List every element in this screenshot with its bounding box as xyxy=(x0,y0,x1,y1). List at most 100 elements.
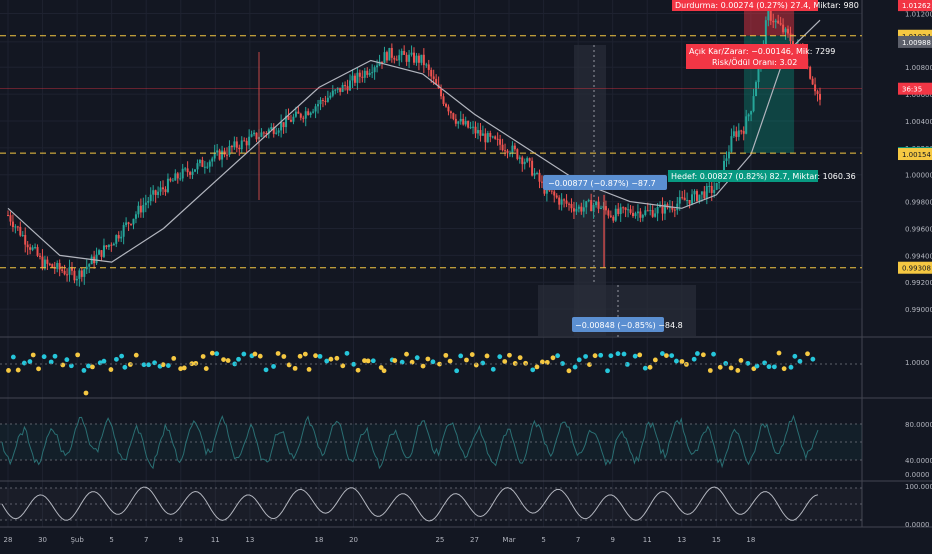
dot-marker xyxy=(133,352,139,358)
candle-body xyxy=(787,28,790,34)
candle-body xyxy=(727,151,730,159)
candle-body xyxy=(51,264,54,268)
dot-marker xyxy=(700,352,706,358)
candle-body xyxy=(777,20,780,24)
candle-body xyxy=(479,130,482,136)
dot-marker xyxy=(114,356,119,362)
dot-marker xyxy=(517,355,523,361)
candle-body xyxy=(430,69,433,77)
candle-body xyxy=(203,166,206,168)
dot-marker xyxy=(297,353,303,359)
candle-body xyxy=(582,207,585,212)
dot-marker xyxy=(443,352,449,358)
candle-body xyxy=(171,180,174,182)
dot-marker xyxy=(555,353,561,359)
candle-body xyxy=(66,274,69,276)
candle-body xyxy=(496,138,499,140)
candle-body xyxy=(235,141,238,148)
candle-body xyxy=(398,55,401,61)
candle-body xyxy=(526,158,529,162)
dot-marker xyxy=(728,365,734,371)
dot-marker xyxy=(252,351,258,357)
candle-body xyxy=(366,70,369,75)
candle-body xyxy=(147,201,150,203)
x-tick-label: 20 xyxy=(349,536,358,544)
candle-body xyxy=(484,133,487,143)
x-tick-label: 28 xyxy=(4,536,13,544)
price-tag-label: 1.01262 xyxy=(902,2,931,10)
dot-marker xyxy=(381,368,387,374)
dot-marker xyxy=(647,364,653,370)
candle-body xyxy=(36,247,39,256)
x-tick-label: 18 xyxy=(315,536,324,544)
x-tick-label: 5 xyxy=(109,536,113,544)
candle-body xyxy=(43,259,46,269)
candle-body xyxy=(476,130,479,134)
candle-body xyxy=(31,247,34,250)
candle-body xyxy=(206,166,209,168)
candle-body xyxy=(21,234,24,236)
candle-body xyxy=(83,269,86,277)
dot-marker xyxy=(101,358,107,364)
candle-body xyxy=(137,205,140,215)
candle-body xyxy=(772,20,775,23)
candle-body xyxy=(531,160,534,176)
candle-body xyxy=(162,187,165,190)
candle-body xyxy=(117,235,120,239)
dot-marker xyxy=(52,353,58,359)
candle-body xyxy=(442,96,445,104)
y-tick-label: 1.01200 xyxy=(905,10,932,18)
candle-body xyxy=(361,76,364,78)
dot-marker xyxy=(691,356,697,362)
candle-body xyxy=(334,89,337,91)
dot-marker xyxy=(717,364,723,370)
candle-body xyxy=(376,65,379,68)
dot-marker xyxy=(679,359,685,364)
dot-marker xyxy=(313,353,318,359)
candle-body xyxy=(34,247,37,249)
candle-body xyxy=(703,191,706,199)
candle-body xyxy=(624,207,627,210)
target-label: Hedef: 0.00827 (0.82%) 82.7, Miktar: 106… xyxy=(668,170,856,182)
candle-body xyxy=(164,189,167,193)
candle-body xyxy=(656,207,659,214)
candle-body xyxy=(673,209,676,211)
dot-marker xyxy=(236,356,241,362)
candle-body xyxy=(324,100,327,102)
candle-body xyxy=(314,106,317,112)
dot-marker xyxy=(75,352,81,358)
dot-marker xyxy=(10,354,16,360)
candle-body xyxy=(408,54,411,62)
dot-marker xyxy=(21,360,27,366)
candle-body xyxy=(747,114,750,117)
candle-body xyxy=(363,70,366,78)
candle-body xyxy=(764,20,767,45)
candle-body xyxy=(444,103,447,107)
candle-body xyxy=(555,195,558,198)
measure-label-2-text: −0.00848 (−0.85%) −84.8 xyxy=(575,321,683,330)
candle-body xyxy=(75,278,78,281)
candle-body xyxy=(713,189,716,193)
candle-body xyxy=(614,208,617,221)
candle-body xyxy=(385,52,388,61)
dot-marker xyxy=(605,368,610,374)
candle-body xyxy=(400,50,403,56)
dot-marker xyxy=(414,355,420,361)
candle-body xyxy=(619,207,622,215)
candle-body xyxy=(789,33,792,42)
x-tick-label: 5 xyxy=(541,536,545,544)
candle-body xyxy=(245,140,248,146)
dot-marker xyxy=(334,355,340,361)
candle-body xyxy=(38,255,41,257)
candle-body xyxy=(415,55,418,63)
candle-body xyxy=(511,145,514,154)
dot-marker xyxy=(615,351,621,357)
dot-marker xyxy=(404,351,409,357)
candle-body xyxy=(48,263,51,265)
dot-marker xyxy=(566,368,572,374)
candle-body xyxy=(250,134,253,137)
candle-body xyxy=(646,210,649,212)
candle-body xyxy=(255,132,258,140)
candle-body xyxy=(413,52,415,63)
candle-body xyxy=(563,199,566,201)
